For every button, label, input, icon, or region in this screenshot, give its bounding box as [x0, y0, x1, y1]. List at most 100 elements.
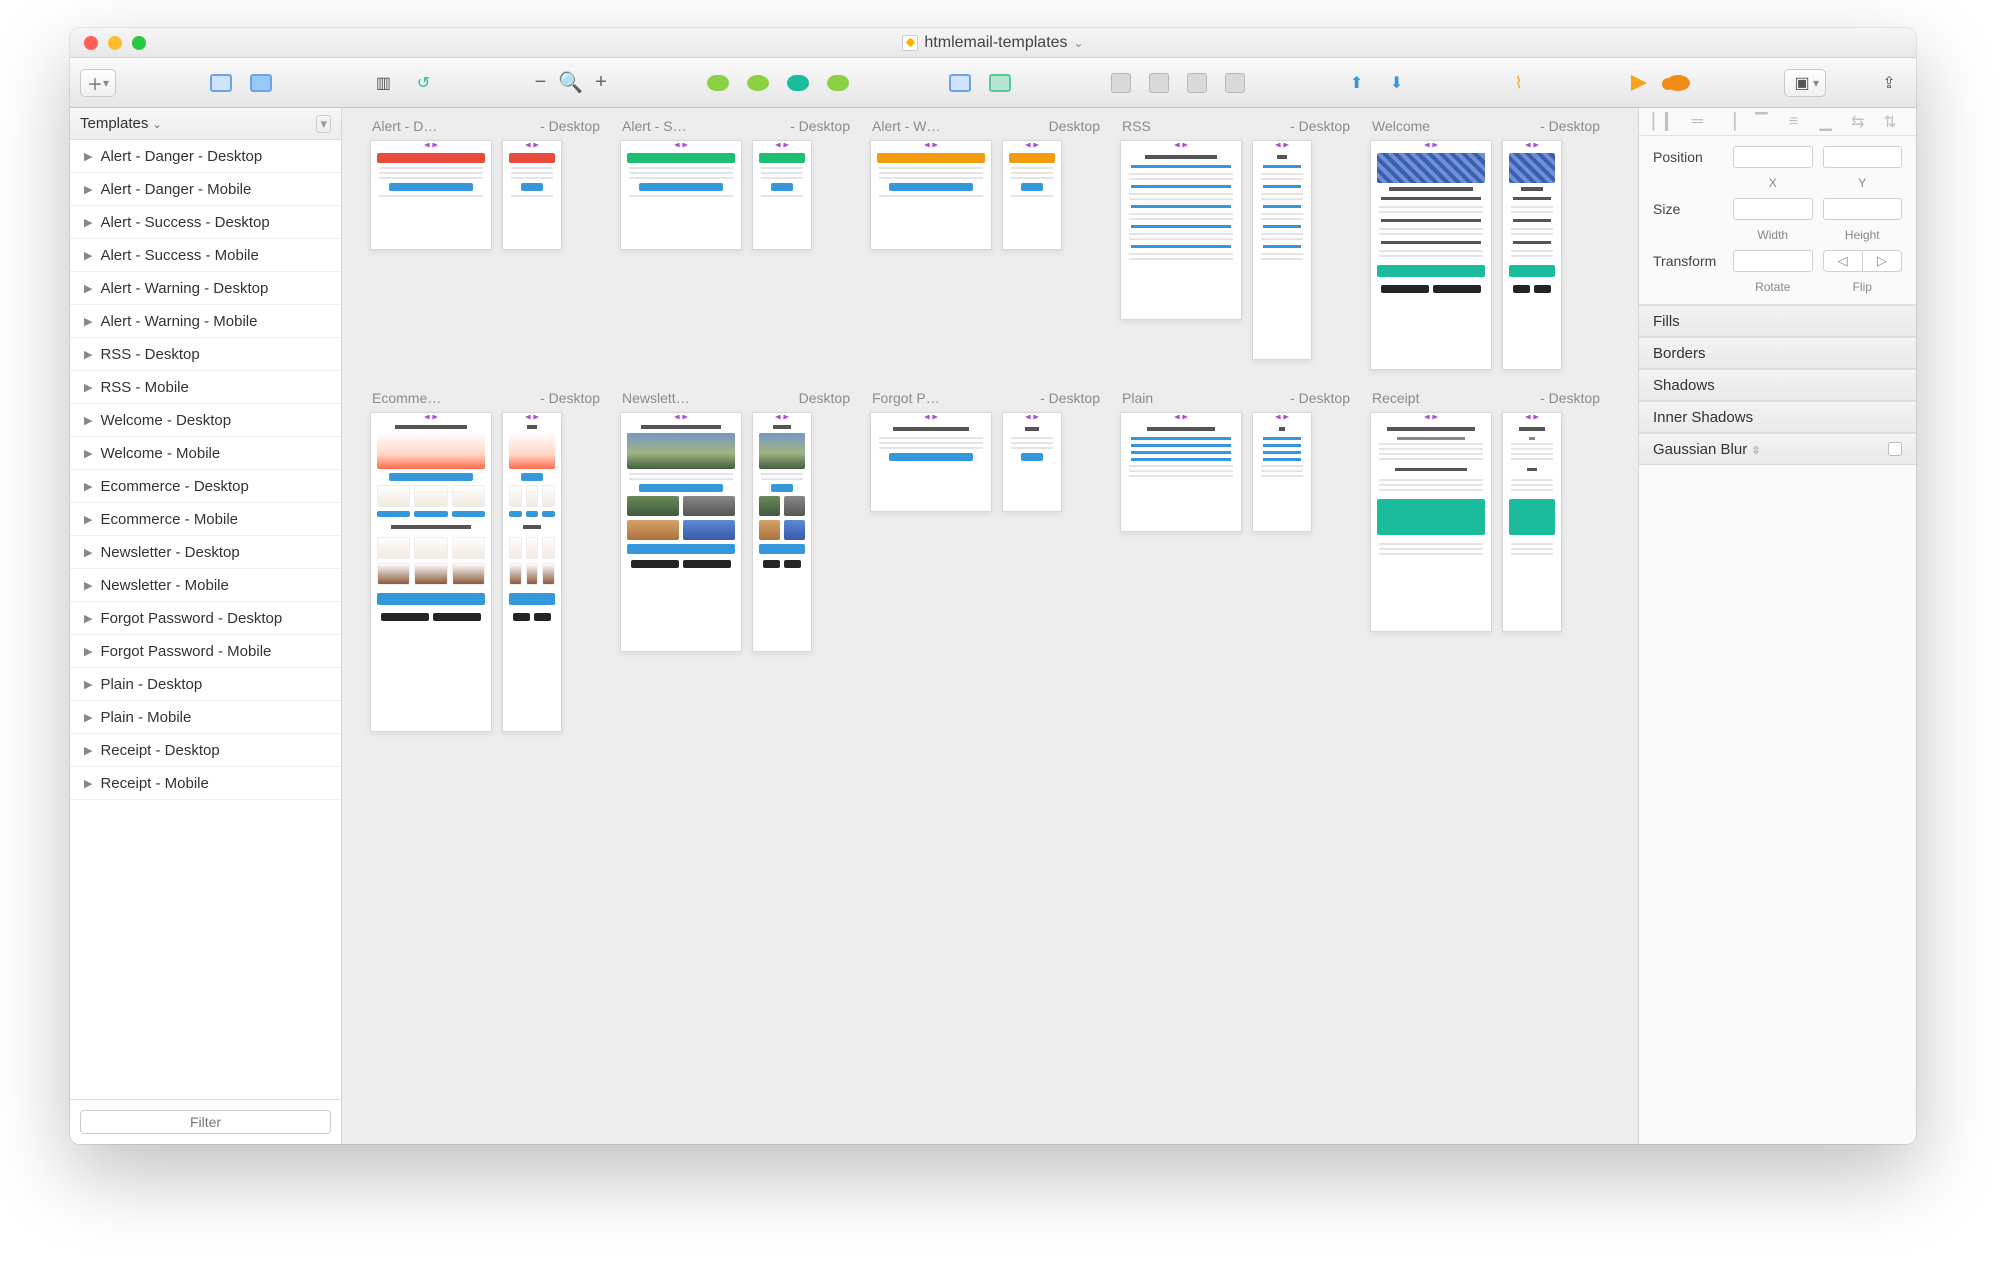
scale-tool[interactable]: [983, 69, 1017, 97]
artboard-label[interactable]: Alert - W…Desktop: [870, 118, 1102, 134]
inspector-section-header[interactable]: Shadows: [1639, 369, 1916, 401]
disclosure-icon[interactable]: ▶: [84, 612, 92, 625]
disclosure-icon[interactable]: ▶: [84, 216, 92, 229]
align-top-icon[interactable]: ▔: [1752, 112, 1770, 132]
flip-h-icon[interactable]: ◁: [1824, 251, 1863, 271]
size-w-input[interactable]: [1733, 198, 1813, 220]
align-vcenter-icon[interactable]: ≡: [1785, 113, 1803, 131]
artboard-thumbnail[interactable]: [752, 140, 812, 250]
layer-item[interactable]: ▶Receipt - Mobile: [70, 767, 341, 800]
mirror-button[interactable]: ⌇: [1502, 69, 1536, 97]
disclosure-icon[interactable]: ▶: [84, 678, 92, 691]
artboard-thumbnail[interactable]: [870, 412, 992, 512]
position-y-input[interactable]: [1823, 146, 1903, 168]
layer-item[interactable]: ▶Ecommerce - Mobile: [70, 503, 341, 536]
inspector-section-header[interactable]: Gaussian Blur ⇳: [1639, 433, 1916, 465]
disclosure-icon[interactable]: ▶: [84, 744, 92, 757]
canvas[interactable]: Alert - D…- DesktopAlert - S…- DesktopAl…: [342, 108, 1638, 1144]
flip-segmented[interactable]: ◁ ▷: [1823, 250, 1903, 272]
cloud-button[interactable]: [1660, 69, 1696, 97]
inspector-section-header[interactable]: Fills: [1639, 305, 1916, 337]
pages-list-icon[interactable]: ▾: [316, 115, 331, 133]
detach-symbol-button[interactable]: ↺: [406, 69, 440, 97]
layer-item[interactable]: ▶Alert - Danger - Mobile: [70, 173, 341, 206]
artboard-thumbnail[interactable]: [1002, 140, 1062, 250]
artboard-label[interactable]: Welcome- Desktop: [1370, 118, 1602, 134]
artboard-thumbnail[interactable]: [502, 140, 562, 250]
artboard-thumbnail[interactable]: [1370, 412, 1492, 632]
disclosure-icon[interactable]: ▶: [84, 480, 92, 493]
zoom-window-button[interactable]: [132, 36, 146, 50]
artboard-thumbnail[interactable]: [1252, 140, 1312, 360]
forward-button[interactable]: ⬆︎: [1340, 69, 1374, 97]
size-h-input[interactable]: [1823, 198, 1903, 220]
flip-v-icon[interactable]: ▷: [1863, 251, 1901, 271]
ungroup-button[interactable]: [244, 69, 278, 97]
align-left-icon[interactable]: ▏▎: [1656, 112, 1674, 132]
artboard-thumbnail[interactable]: [1370, 140, 1492, 370]
disclosure-icon[interactable]: ▶: [84, 282, 92, 295]
artboard-thumbnail[interactable]: [752, 412, 812, 652]
align-bottom-icon[interactable]: ▁: [1817, 112, 1835, 132]
title-dropdown-caret-icon[interactable]: ⌄: [1074, 36, 1084, 50]
difference-button[interactable]: [1219, 69, 1251, 97]
artboard-label[interactable]: Alert - D…- Desktop: [370, 118, 602, 134]
layer-item[interactable]: ▶Newsletter - Mobile: [70, 569, 341, 602]
artboard-thumbnail[interactable]: [370, 412, 492, 732]
preview-button[interactable]: [1624, 69, 1654, 97]
layer-item[interactable]: ▶Newsletter - Desktop: [70, 536, 341, 569]
view-button[interactable]: ▣▾: [1784, 69, 1826, 97]
subtract-button[interactable]: [1143, 69, 1175, 97]
inspector-section-header[interactable]: Inner Shadows: [1639, 401, 1916, 433]
minimize-window-button[interactable]: [108, 36, 122, 50]
layer-item[interactable]: ▶Alert - Warning - Mobile: [70, 305, 341, 338]
artboard-label[interactable]: Ecomme…- Desktop: [370, 390, 602, 406]
distribute-v-icon[interactable]: ⇅: [1881, 112, 1899, 132]
export-button[interactable]: ⇪: [1872, 69, 1906, 97]
backward-button[interactable]: ⬇︎: [1380, 69, 1414, 97]
disclosure-icon[interactable]: ▶: [84, 579, 92, 592]
layer-item[interactable]: ▶Forgot Password - Desktop: [70, 602, 341, 635]
layer-item[interactable]: ▶Alert - Warning - Desktop: [70, 272, 341, 305]
zoom-icon[interactable]: 🔍: [558, 70, 583, 95]
artboard-label[interactable]: Plain- Desktop: [1120, 390, 1352, 406]
disclosure-icon[interactable]: ▶: [84, 381, 92, 394]
layers-list[interactable]: ▶Alert - Danger - Desktop▶Alert - Danger…: [70, 140, 341, 1099]
layer-item[interactable]: ▶Receipt - Desktop: [70, 734, 341, 767]
disclosure-icon[interactable]: ▶: [84, 183, 92, 196]
artboard-label[interactable]: Newslett…Desktop: [620, 390, 852, 406]
group-button[interactable]: [204, 69, 238, 97]
artboard-thumbnail[interactable]: [1120, 412, 1242, 532]
align-right-icon[interactable]: ▕: [1720, 112, 1738, 132]
zoom-out-button[interactable]: −: [529, 71, 553, 94]
disclosure-icon[interactable]: ▶: [84, 249, 92, 262]
disclosure-icon[interactable]: ▶: [84, 315, 92, 328]
flatten-tool[interactable]: [821, 69, 855, 97]
disclosure-icon[interactable]: ▶: [84, 348, 92, 361]
union-button[interactable]: [1105, 69, 1137, 97]
disclosure-icon[interactable]: ▶: [84, 777, 92, 790]
disclosure-icon[interactable]: ▶: [84, 447, 92, 460]
disclosure-icon[interactable]: ▶: [84, 546, 92, 559]
intersect-button[interactable]: [1181, 69, 1213, 97]
rotate-tool[interactable]: [781, 69, 815, 97]
artboard-thumbnail[interactable]: [1120, 140, 1242, 320]
layer-item[interactable]: ▶Alert - Success - Desktop: [70, 206, 341, 239]
artboard-thumbnail[interactable]: [502, 412, 562, 732]
layer-item[interactable]: ▶RSS - Mobile: [70, 371, 341, 404]
layer-item[interactable]: ▶Plain - Desktop: [70, 668, 341, 701]
blur-checkbox[interactable]: [1888, 442, 1902, 456]
transform-tool[interactable]: [741, 69, 775, 97]
artboard-label[interactable]: RSS- Desktop: [1120, 118, 1352, 134]
disclosure-icon[interactable]: ▶: [84, 711, 92, 724]
artboard-thumbnail[interactable]: [620, 140, 742, 250]
artboard-label[interactable]: Receipt- Desktop: [1370, 390, 1602, 406]
pages-header[interactable]: Templates ⌄ ▾: [70, 108, 341, 140]
disclosure-icon[interactable]: ▶: [84, 414, 92, 427]
artboard-thumbnail[interactable]: [1502, 140, 1562, 370]
layer-item[interactable]: ▶Alert - Success - Mobile: [70, 239, 341, 272]
layer-item[interactable]: ▶Welcome - Desktop: [70, 404, 341, 437]
layer-item[interactable]: ▶Ecommerce - Desktop: [70, 470, 341, 503]
artboard-thumbnail[interactable]: [1002, 412, 1062, 512]
artboard-thumbnail[interactable]: [1252, 412, 1312, 532]
